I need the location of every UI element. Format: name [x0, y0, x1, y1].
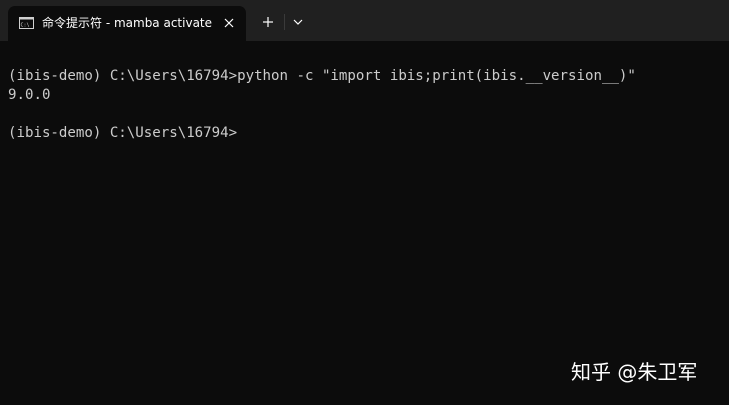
- terminal-line: (ibis-demo) C:\Users\16794>python -c "im…: [8, 68, 636, 84]
- terminal-window: C:\ 命令提示符 - mamba activate (ibis-demo) C…: [0, 0, 729, 405]
- terminal-line: 9.0.0: [8, 87, 51, 103]
- toolbar-divider: [284, 14, 285, 30]
- cmd-icon: C:\: [19, 17, 34, 29]
- svg-text:C:\: C:\: [21, 23, 30, 29]
- chevron-down-icon[interactable]: [290, 15, 306, 29]
- tab-title: 命令提示符 - mamba activate: [42, 16, 213, 30]
- terminal-output[interactable]: (ibis-demo) C:\Users\16794>python -c "im…: [0, 41, 729, 405]
- title-bar: C:\ 命令提示符 - mamba activate: [0, 0, 729, 41]
- plus-icon[interactable]: [259, 13, 277, 31]
- tab-command-prompt[interactable]: C:\ 命令提示符 - mamba activate: [8, 6, 246, 41]
- terminal-line: (ibis-demo) C:\Users\16794>: [8, 125, 238, 141]
- watermark: 知乎 @朱卫军: [571, 360, 698, 384]
- close-icon[interactable]: [222, 16, 236, 30]
